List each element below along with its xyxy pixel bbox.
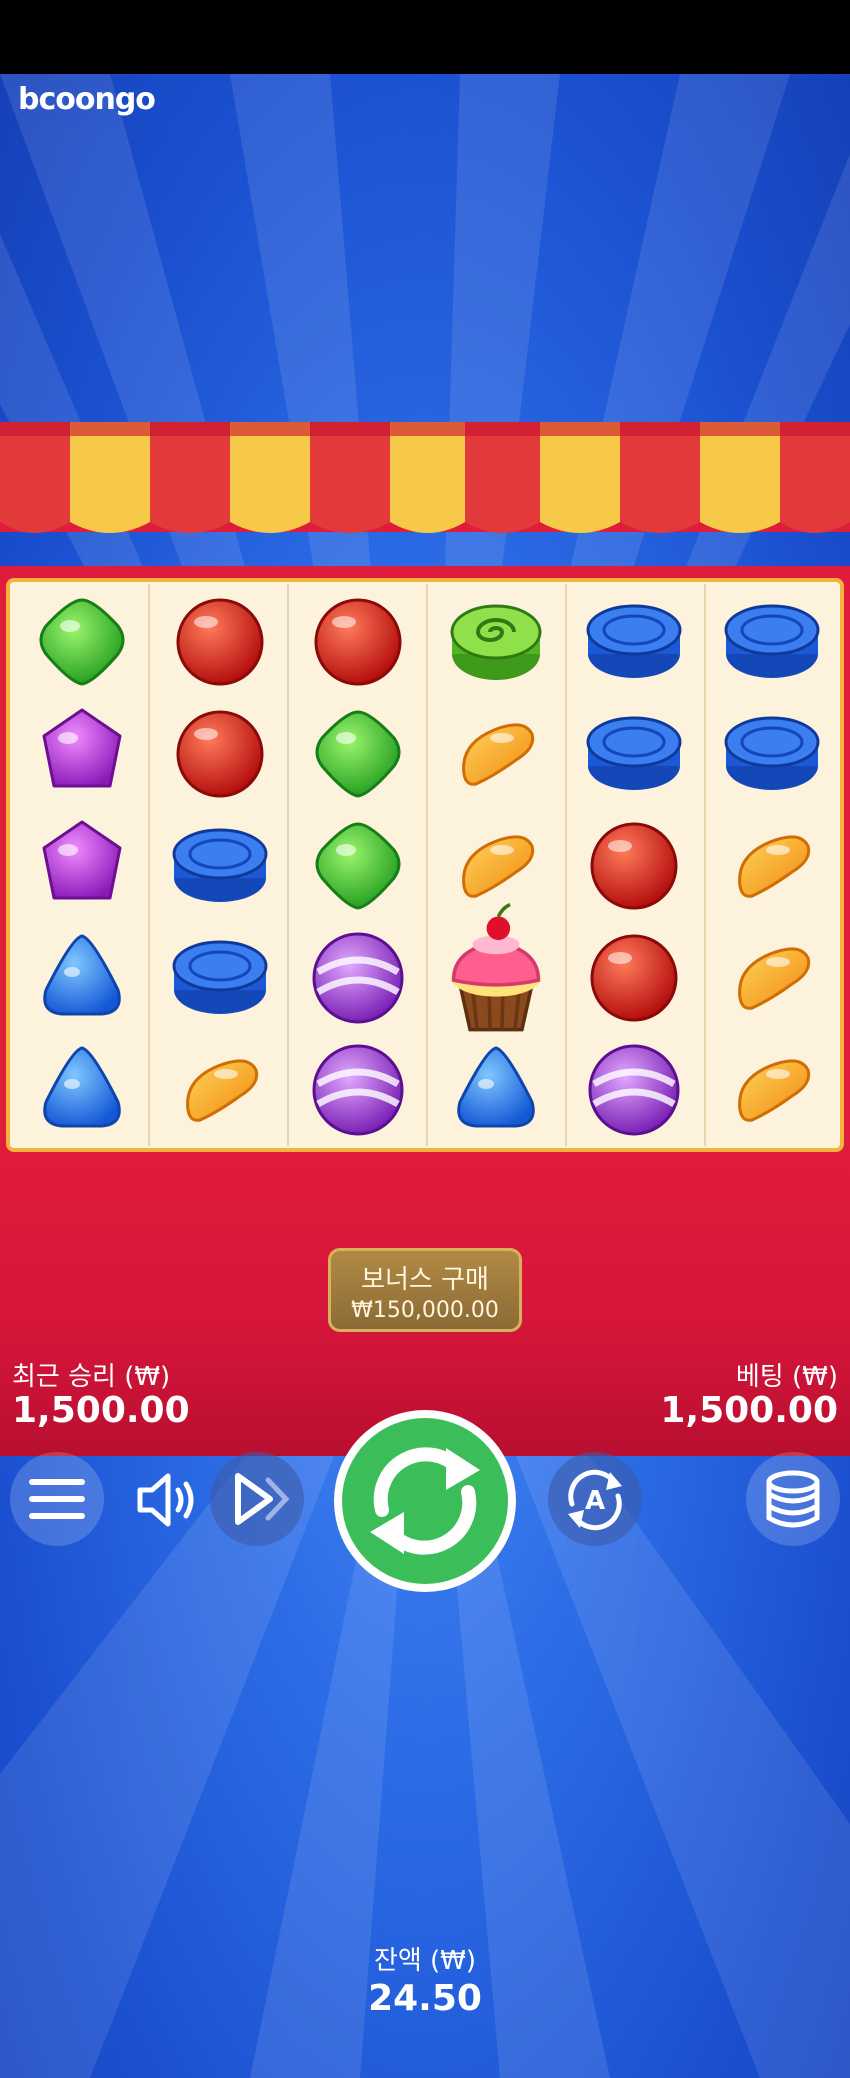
blue-wafer-symbol [586, 716, 682, 790]
bonus-buy-title: 보너스 구매 [361, 1265, 489, 1295]
coins-icon [766, 1470, 820, 1528]
blue-wafer-symbol [724, 716, 820, 790]
blue-wafer-symbol [172, 940, 268, 1014]
spin-button[interactable] [334, 1410, 516, 1592]
reel-divider [426, 584, 428, 1146]
red-ball-symbol [590, 934, 678, 1022]
purple-lollipop-symbol [312, 1044, 404, 1136]
purple-gummy-symbol [42, 708, 122, 788]
bonus-buy-button[interactable]: 보너스 구매 ₩150,000.00 [328, 1248, 522, 1332]
bonus-buy-price: ₩150,000.00 [351, 1298, 499, 1323]
purple-lollipop-symbol [312, 932, 404, 1024]
orange-jelly-symbol [462, 723, 535, 786]
reel-divider [148, 584, 150, 1146]
brand-logo: bcoongo [18, 82, 156, 117]
balance-value: 24.50 [368, 1978, 482, 2019]
blue-wafer-symbol [724, 604, 820, 678]
blue-wafer-symbol [172, 828, 268, 902]
svg-text:A: A [585, 1486, 605, 1516]
green-swirl-symbol [450, 604, 542, 680]
green-gummy-symbol [315, 822, 401, 910]
orange-jelly-symbol [186, 1059, 259, 1122]
status-bar [0, 0, 850, 74]
last-win-label: 최근 승리 (₩) [12, 1362, 171, 1392]
red-ball-symbol [314, 598, 402, 686]
cupcake-symbol [451, 903, 541, 1032]
menu-icon [29, 1479, 85, 1519]
bet-label: 베팅 (₩) [735, 1362, 838, 1392]
bet-value: 1,500.00 [660, 1390, 838, 1431]
purple-gummy-symbol [42, 820, 122, 900]
turbo-button[interactable] [210, 1452, 304, 1546]
spin-icon [370, 1447, 480, 1555]
orange-jelly-symbol [738, 947, 811, 1010]
autoplay-icon: A [568, 1469, 622, 1531]
spin-button-face [342, 1418, 508, 1584]
sound-button[interactable] [126, 1460, 206, 1540]
shop-awning [0, 422, 850, 533]
orange-jelly-symbol [738, 1059, 811, 1122]
speaker-icon [137, 1473, 194, 1527]
red-ball-symbol [590, 822, 678, 910]
green-gummy-symbol [315, 710, 401, 798]
orange-jelly-symbol [738, 835, 811, 898]
red-ball-symbol [176, 598, 264, 686]
balance-label: 잔액 (₩) [373, 1946, 477, 1976]
green-gummy-symbol [39, 598, 125, 686]
last-win-value: 1,500.00 [12, 1390, 190, 1431]
blue-gummy-symbol [43, 934, 121, 1016]
blue-gummy-symbol [457, 1046, 535, 1128]
purple-lollipop-symbol [588, 1044, 680, 1136]
blue-gummy-symbol [43, 1046, 121, 1128]
blue-wafer-symbol [586, 604, 682, 678]
menu-button[interactable] [10, 1452, 104, 1546]
reel-divider [287, 584, 289, 1146]
bet-settings-button[interactable] [746, 1452, 840, 1546]
red-ball-symbol [176, 710, 264, 798]
reel-divider [565, 584, 567, 1146]
autoplay-button[interactable]: A [548, 1452, 642, 1546]
reel-divider [704, 584, 706, 1146]
play-fast-icon [235, 1473, 290, 1525]
